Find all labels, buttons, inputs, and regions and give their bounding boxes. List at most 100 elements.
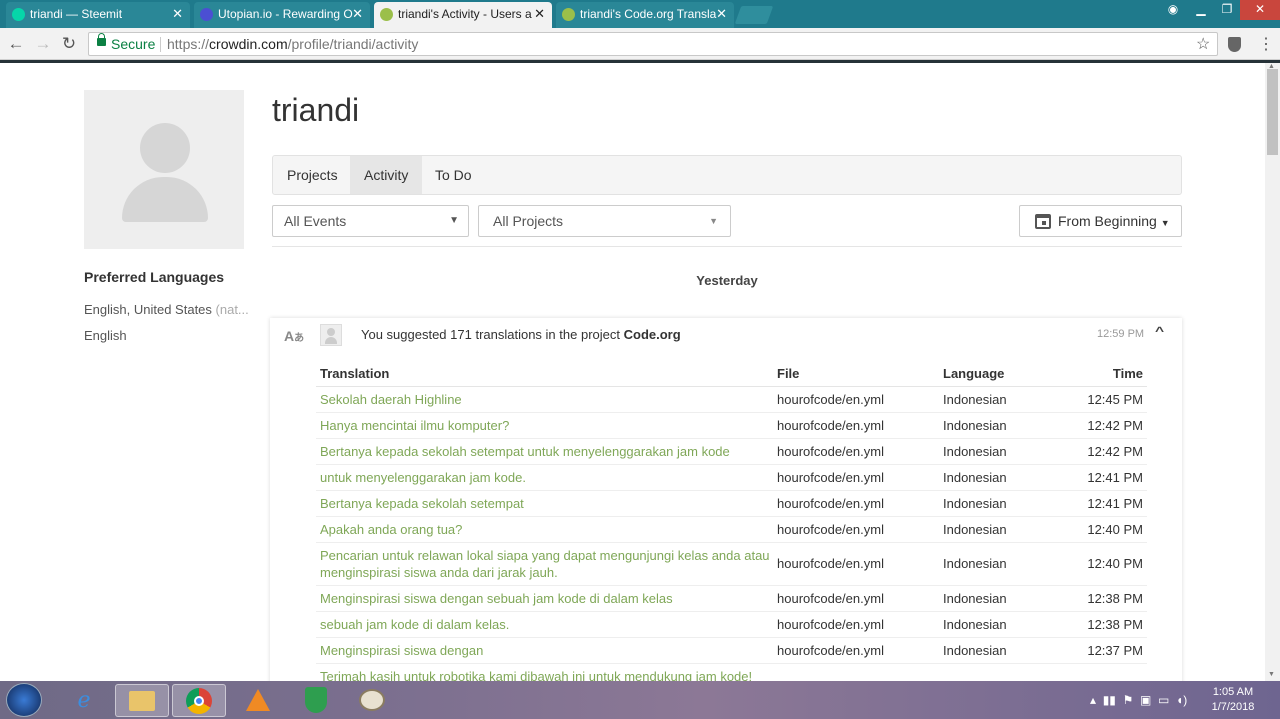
- avatar: [84, 90, 244, 249]
- translation-link[interactable]: Pencarian untuk relawan lokal siapa yang…: [316, 542, 773, 586]
- crowdin-favicon-icon: [562, 8, 575, 21]
- file-cell: hourofcode/en.yml: [773, 611, 939, 638]
- scroll-down-icon[interactable]: ▼: [1268, 671, 1275, 678]
- event-project-link[interactable]: Code.org: [624, 327, 681, 342]
- file-cell: hourofcode/en.yml: [773, 464, 939, 491]
- caret-down-icon: ▼: [1160, 218, 1170, 228]
- paint-icon[interactable]: [345, 684, 399, 717]
- language-cell: Indonesian: [939, 464, 1069, 491]
- restore-icon[interactable]: ❐: [1214, 0, 1240, 20]
- browser-tab[interactable]: triandi's Code.org Transla ✕: [556, 2, 734, 28]
- table-row: Hanya mencintai ilmu komputer? hourofcode…: [316, 412, 1147, 439]
- chrome-icon[interactable]: [172, 684, 226, 717]
- window-close-icon[interactable]: ✕: [1240, 0, 1280, 20]
- date-range-button[interactable]: From Beginning ▼: [1019, 205, 1182, 237]
- events-filter-select[interactable]: All Events ▼: [272, 205, 469, 237]
- translation-link[interactable]: Hanya mencintai ilmu komputer?: [316, 412, 773, 439]
- url-text: https://crowdin.com/profile/triandi/acti…: [167, 36, 419, 52]
- browser-tab[interactable]: triandi — Steemit ✕: [6, 2, 190, 28]
- column-header: Language: [939, 361, 1069, 387]
- new-tab-button[interactable]: [734, 6, 774, 24]
- time-cell: 12:42 PM: [1069, 438, 1147, 465]
- translation-link[interactable]: Menginspirasi siswa dengan sebuah jam ko…: [316, 585, 773, 612]
- table-row: Bertanya kepada sekolah setempat untuk m…: [316, 438, 1147, 465]
- url-input[interactable]: Secure https://crowdin.com/profile/trian…: [88, 32, 1218, 56]
- table-header-row: Translation File Language Time: [316, 361, 1147, 387]
- translation-link[interactable]: Sekolah daerah Highline: [316, 386, 773, 413]
- user-avatar-icon: [320, 324, 342, 346]
- projects-filter-value: All Projects: [493, 213, 564, 229]
- language-cell: Indonesian: [939, 386, 1069, 413]
- projects-filter-select[interactable]: All Projects ▼: [478, 205, 731, 237]
- column-header: File: [773, 361, 939, 387]
- chevron-up-icon[interactable]: ^: [1155, 324, 1164, 338]
- table-row: sebuah jam kode di dalam kelas. hourofcod…: [316, 611, 1147, 638]
- language-cell: Indonesian: [939, 637, 1069, 664]
- page-scrollbar[interactable]: ▲ ▼: [1265, 63, 1280, 681]
- windows-start-button[interactable]: [6, 683, 42, 717]
- secure-label: Secure: [111, 36, 156, 52]
- browser-tab-title: triandi's Code.org Transla: [580, 7, 717, 21]
- close-icon[interactable]: ✕: [534, 2, 545, 26]
- user-icon[interactable]: ◉: [1160, 0, 1186, 20]
- close-icon[interactable]: ✕: [172, 2, 183, 26]
- back-icon[interactable]: ←: [6, 34, 26, 54]
- caret-down-icon: ▼: [449, 215, 459, 226]
- browser-tab[interactable]: triandi's Activity - Users a ✕: [374, 2, 552, 28]
- system-clock[interactable]: 1:05 AM 1/7/2018: [1206, 685, 1260, 715]
- translations-table: Translation File Language Time Sekolah d…: [316, 361, 1147, 690]
- file-explorer-icon[interactable]: [115, 684, 169, 717]
- table-row: Bertanya kepada sekolah setempat hourofco…: [316, 490, 1147, 517]
- browser-tab-title: triandi's Activity - Users a: [398, 7, 532, 21]
- table-row: Sekolah daerah Highline hourofcode/en.yml…: [316, 386, 1147, 413]
- translation-link[interactable]: Apakah anda orang tua?: [316, 516, 773, 543]
- reload-icon[interactable]: ↻: [59, 34, 79, 54]
- translation-link[interactable]: Menginspirasi siswa dengan: [316, 637, 773, 664]
- translation-link[interactable]: untuk menyelenggarakan jam kode.: [316, 464, 773, 491]
- system-tray[interactable]: ▴ ▮▮ ⚑ ▣ ▭ ◖): [1090, 693, 1187, 707]
- table-row: untuk menyelenggarakan jam kode. hourofco…: [316, 464, 1147, 491]
- time-cell: 12:40 PM: [1069, 516, 1147, 543]
- close-icon[interactable]: ✕: [716, 2, 727, 26]
- divider: [272, 246, 1182, 247]
- address-bar: ← → ↻ Secure https://crowdin.com/profile…: [0, 28, 1280, 60]
- table-row: Pencarian untuk relawan lokal siapa yang…: [316, 542, 1147, 586]
- file-cell: hourofcode/en.yml: [773, 412, 939, 439]
- day-heading: Yesterday: [696, 273, 758, 288]
- tab-todo[interactable]: To Do: [421, 156, 486, 194]
- translation-link[interactable]: Bertanya kepada sekolah setempat untuk m…: [316, 438, 773, 465]
- tab-activity[interactable]: Activity: [350, 156, 423, 194]
- language-cell: Indonesian: [939, 438, 1069, 465]
- close-icon[interactable]: ✕: [352, 2, 363, 26]
- avatar-head: [140, 123, 190, 173]
- time-cell: 12:38 PM: [1069, 585, 1147, 612]
- minimize-icon[interactable]: ▁: [1188, 0, 1214, 20]
- internet-explorer-icon[interactable]: ℯ: [57, 684, 111, 717]
- bookmark-star-icon[interactable]: ☆: [1196, 34, 1210, 54]
- column-header: Translation: [316, 361, 773, 387]
- time-cell: 12:41 PM: [1069, 490, 1147, 517]
- browser-tab-title: Utopian.io - Rewarding O: [218, 7, 353, 21]
- site-header-strip: [0, 60, 1280, 63]
- extension-shield-icon[interactable]: [1228, 37, 1241, 52]
- browser-tab[interactable]: Utopian.io - Rewarding O ✕: [194, 2, 370, 28]
- browser-tab-title: triandi — Steemit: [30, 7, 123, 21]
- language-item: English: [84, 328, 127, 343]
- scrollbar-thumb[interactable]: [1267, 69, 1278, 155]
- page-title: triandi: [272, 92, 360, 128]
- vlc-icon[interactable]: [231, 684, 285, 717]
- forward-icon[interactable]: →: [33, 34, 53, 54]
- translate-icon: Aあ: [284, 328, 305, 344]
- table-row: Apakah anda orang tua? hourofcode/en.yml I…: [316, 516, 1147, 543]
- language-cell: Indonesian: [939, 490, 1069, 517]
- tab-projects[interactable]: Projects: [273, 156, 352, 194]
- table-row: Menginspirasi siswa dengan hourofcode/en.…: [316, 637, 1147, 664]
- file-cell: hourofcode/en.yml: [773, 637, 939, 664]
- shield-app-icon[interactable]: [289, 684, 343, 717]
- translation-link[interactable]: Bertanya kepada sekolah setempat: [316, 490, 773, 517]
- chrome-menu-icon[interactable]: ⋮: [1258, 34, 1274, 54]
- translation-link[interactable]: sebuah jam kode di dalam kelas.: [316, 611, 773, 638]
- language-cell: Indonesian: [939, 585, 1069, 612]
- caret-down-icon: ▼: [709, 216, 718, 226]
- profile-tabs: Projects Activity To Do: [272, 155, 1182, 195]
